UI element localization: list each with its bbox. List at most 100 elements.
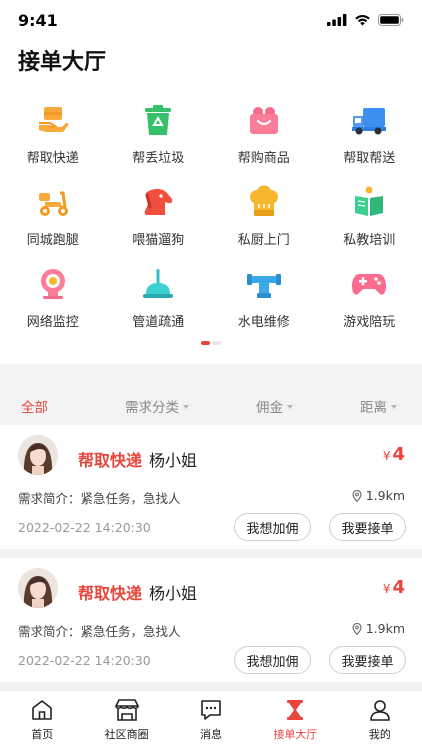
service-pipe-unclog[interactable]: 管道疏通 — [106, 266, 212, 334]
price-value: 4 — [392, 577, 405, 598]
service-pickup-delivery[interactable]: 帮取帮送 — [317, 102, 422, 170]
order-date: 2022-02-22 14:20:30 — [18, 520, 151, 535]
filter-commission-label: 佣金 — [256, 400, 283, 416]
caret-down-icon — [287, 405, 293, 409]
raise-commission-button[interactable]: 我想加佣 — [234, 646, 311, 674]
order-customer-name: 杨小姐 — [149, 451, 198, 470]
scooter-icon — [35, 184, 71, 220]
open-book-icon — [351, 184, 387, 220]
raise-commission-button[interactable]: 我想加佣 — [234, 513, 311, 541]
chef-hat-icon — [246, 184, 282, 220]
shopping-bag-icon — [246, 102, 282, 138]
page-dot — [212, 341, 221, 345]
pipe-wrench-icon — [246, 266, 282, 302]
order-price: ¥4 — [383, 444, 405, 465]
order-customer-name: 杨小姐 — [149, 584, 198, 603]
order-card[interactable]: 帮取快递 杨小姐 ¥4 需求简介：紧急任务，急找人 1.9km 2022-02-… — [0, 425, 422, 549]
avatar — [18, 435, 58, 475]
price-value: 4 — [392, 444, 405, 465]
tab-label: 我的 — [368, 728, 391, 741]
service-errand[interactable]: 同城跑腿 — [0, 184, 106, 252]
service-label: 帮取快递 — [26, 151, 79, 166]
service-game-companion[interactable]: 游戏陪玩 — [317, 266, 422, 334]
service-pet-care[interactable]: 喂猫遛狗 — [106, 184, 212, 252]
order-distance: 1.9km — [352, 621, 405, 636]
service-label: 私厨上门 — [237, 233, 290, 248]
order-description: 需求简介：紧急任务，急找人 — [18, 491, 181, 506]
accept-order-button[interactable]: 我要接单 — [329, 646, 406, 674]
service-parcel-pickup[interactable]: 帮取快递 — [0, 102, 106, 170]
status-icons — [327, 14, 404, 26]
order-description: 需求简介：紧急任务，急找人 — [18, 624, 181, 639]
avatar — [18, 568, 58, 608]
service-label: 管道疏通 — [132, 315, 185, 330]
status-bar: 9:41 — [0, 0, 422, 40]
service-private-tutor[interactable]: 私教培训 — [317, 184, 422, 252]
tab-home[interactable]: 首页 — [0, 691, 84, 750]
service-label: 帮丢垃圾 — [132, 151, 185, 166]
location-pin-icon — [352, 622, 362, 635]
service-label: 私教培训 — [343, 233, 396, 248]
storefront-icon — [114, 697, 140, 723]
distance-value: 1.9km — [365, 621, 405, 636]
webcam-icon — [35, 266, 71, 302]
filter-bar: 全部 需求分类 佣金 距离 — [0, 388, 422, 424]
filter-category-label: 需求分类 — [125, 400, 179, 416]
signal-icon — [327, 14, 347, 26]
distance-value: 1.9km — [365, 488, 405, 503]
tab-label: 消息 — [200, 728, 223, 741]
page-dot-active — [201, 341, 210, 345]
plunger-icon — [140, 266, 176, 302]
gamepad-icon — [351, 266, 387, 302]
tab-messages[interactable]: 消息 — [169, 691, 253, 750]
price-currency: ¥ — [382, 582, 391, 596]
filter-commission[interactable]: 佣金 — [256, 396, 293, 416]
order-service: 帮取快递 — [78, 451, 143, 470]
tab-label: 接单大厅 — [273, 728, 318, 741]
tab-order-hall[interactable]: 接单大厅 — [253, 691, 337, 750]
tab-label: 首页 — [31, 728, 54, 741]
caret-down-icon — [183, 405, 189, 409]
order-date: 2022-02-22 14:20:30 — [18, 653, 151, 668]
delivery-truck-icon — [351, 102, 387, 138]
service-private-chef[interactable]: 私厨上门 — [211, 184, 317, 252]
tab-label: 社区商圈 — [104, 728, 149, 741]
dog-icon — [140, 184, 176, 220]
service-utility-repair[interactable]: 水电维修 — [211, 266, 317, 334]
home-icon — [29, 697, 55, 723]
tab-profile[interactable]: 我的 — [338, 691, 422, 750]
order-distance: 1.9km — [352, 488, 405, 503]
accept-order-button[interactable]: 我要接单 — [329, 513, 406, 541]
location-pin-icon — [352, 489, 362, 502]
message-icon — [198, 697, 224, 723]
service-label: 帮取帮送 — [343, 151, 396, 166]
parcel-hand-icon — [35, 102, 71, 138]
tab-community[interactable]: 社区商圈 — [84, 691, 168, 750]
filter-distance[interactable]: 距离 — [360, 396, 397, 416]
price-currency: ¥ — [382, 449, 391, 463]
caret-down-icon — [391, 405, 397, 409]
service-label: 游戏陪玩 — [343, 315, 396, 330]
page-indicator — [0, 341, 422, 345]
page-title: 接单大厅 — [18, 50, 107, 75]
service-grid: 帮取快递 帮丢垃圾 帮购商品 帮取帮送 同城跑腿 喂猫遛狗 私厨上门 私教培训 … — [0, 84, 422, 334]
order-card[interactable]: 帮取快递 杨小姐 ¥4 需求简介：紧急任务，急找人 1.9km 2022-02-… — [0, 558, 422, 682]
filter-distance-label: 距离 — [360, 400, 387, 416]
bottom-tab-bar: 首页 社区商圈 消息 接单大厅 我的 — [0, 690, 422, 750]
service-label: 喂猫遛狗 — [132, 233, 185, 248]
wifi-icon — [355, 14, 370, 26]
filter-all[interactable]: 全部 — [21, 396, 48, 416]
order-price: ¥4 — [383, 577, 405, 598]
service-trash-disposal[interactable]: 帮丢垃圾 — [106, 102, 212, 170]
service-label: 网络监控 — [26, 315, 79, 330]
hourglass-icon — [282, 697, 308, 723]
service-network-monitoring[interactable]: 网络监控 — [0, 266, 106, 334]
battery-icon — [378, 14, 404, 26]
service-label: 水电维修 — [237, 315, 290, 330]
service-label: 同城跑腿 — [26, 233, 79, 248]
status-time: 9:41 — [18, 10, 58, 30]
recycle-bin-icon — [140, 102, 176, 138]
filter-category[interactable]: 需求分类 — [125, 396, 189, 416]
user-icon — [367, 697, 393, 723]
service-shopping[interactable]: 帮购商品 — [211, 102, 317, 170]
